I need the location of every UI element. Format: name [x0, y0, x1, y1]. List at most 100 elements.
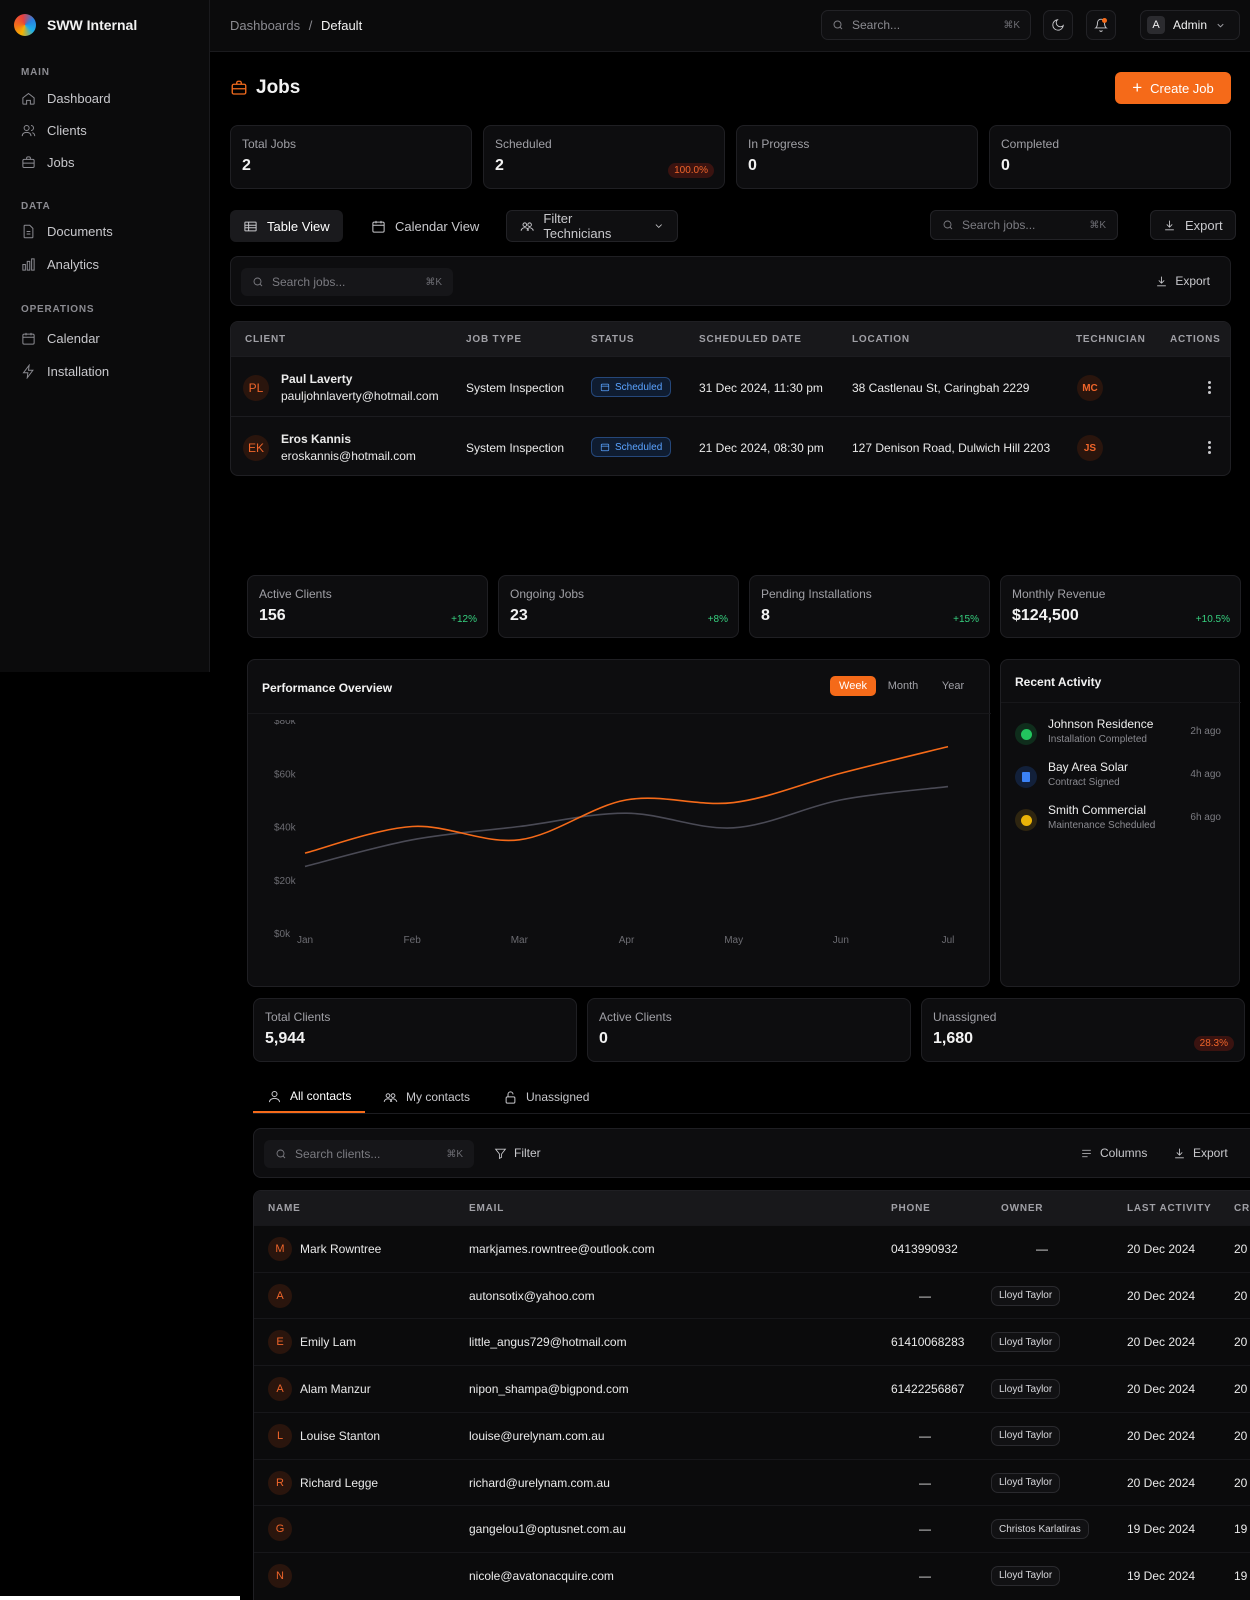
- table-export-button[interactable]: Export: [1155, 274, 1210, 288]
- range-month-button[interactable]: Month: [880, 676, 926, 696]
- page-title-text: Jobs: [256, 77, 301, 98]
- table-row[interactable]: E Emily Lam little_angus729@hotmail.com 614…: [254, 1318, 1250, 1364]
- brand[interactable]: SWW Internal: [14, 14, 137, 36]
- brand-logo-icon: [14, 14, 36, 36]
- row-actions-button[interactable]: [1208, 439, 1212, 456]
- column-header[interactable]: LOCATION: [852, 334, 910, 345]
- users-icon: [269, 1090, 280, 1102]
- briefcase-icon: [231, 80, 247, 95]
- owner-badge[interactable]: Lloyd Taylor: [991, 1379, 1061, 1400]
- client-email[interactable]: gangelou1@optusnet.com.au: [469, 1522, 626, 1536]
- client-name[interactable]: Mark Rowntree: [300, 1242, 381, 1256]
- filter-label: Filter Technicians: [543, 211, 612, 241]
- notifications-button[interactable]: [1086, 10, 1116, 40]
- sidebar-item-jobs[interactable]: Jobs: [21, 155, 74, 170]
- columns-button[interactable]: Columns: [1080, 1146, 1147, 1160]
- activity-item[interactable]: Smith Commercial Maintenance Scheduled 6…: [1015, 803, 1221, 837]
- clients-export-button[interactable]: Export: [1173, 1146, 1228, 1160]
- filter-button[interactable]: Filter: [494, 1146, 541, 1160]
- sidebar-item-installation[interactable]: Installation: [21, 364, 109, 379]
- columns-icon: [1082, 1149, 1091, 1157]
- jobs-search-input[interactable]: Search jobs... ⌘K: [930, 210, 1118, 240]
- table-row[interactable]: Nnicole@avatonacquire.com — Lloyd Taylor 19…: [254, 1551, 1250, 1598]
- activity-item[interactable]: Bay Area Solar Contract Signed 4h ago: [1015, 760, 1221, 794]
- table-row[interactable]: PL Paul Laverty pauljohnlaverty@hotmail.…: [231, 356, 1230, 416]
- column-header[interactable]: CLIENT: [245, 334, 286, 345]
- theme-toggle-button[interactable]: [1043, 10, 1073, 40]
- owner-badge[interactable]: Lloyd Taylor: [991, 1472, 1061, 1493]
- owner-badge[interactable]: Lloyd Taylor: [991, 1332, 1061, 1353]
- stat-label: Active Clients: [599, 1010, 672, 1024]
- table-row[interactable]: L Louise Stanton louise@urelynam.com.au — Ll…: [254, 1411, 1250, 1458]
- table-row[interactable]: A Alam Manzur nipon_shampa@bigpond.com 6142…: [254, 1365, 1250, 1411]
- column-header[interactable]: OWNER: [1001, 1203, 1043, 1214]
- tab-table-view[interactable]: Table View: [230, 210, 343, 242]
- column-header[interactable]: CR: [1234, 1203, 1250, 1214]
- owner-badge[interactable]: Lloyd Taylor: [991, 1425, 1061, 1446]
- column-header[interactable]: SCHEDULED DATE: [699, 334, 802, 345]
- created-date: 20: [1234, 1428, 1248, 1443]
- table-row[interactable]: Ggangelou1@optusnet.com.au — Christos Karl…: [254, 1505, 1250, 1551]
- client-email: eroskannis@hotmail.com: [281, 449, 416, 463]
- table-row[interactable]: R Richard Legge richard@urelynam.com.au — Ll…: [254, 1458, 1250, 1505]
- table-row[interactable]: Aautonsotix@yahoo.com — Lloyd Taylor 20 Dec…: [254, 1271, 1250, 1318]
- create-job-label: Create Job: [1150, 80, 1214, 96]
- column-header[interactable]: EMAIL: [469, 1203, 504, 1214]
- client-email[interactable]: richard@urelynam.com.au: [469, 1476, 610, 1490]
- calendar-icon: [600, 443, 610, 452]
- clients-table: NAME EMAIL PHONE OWNER LAST ACTIVITY CR …: [253, 1190, 1250, 1600]
- sidebar-item-dashboard[interactable]: Dashboard: [21, 91, 111, 106]
- breadcrumb-parent[interactable]: Dashboards: [230, 18, 300, 33]
- tab-all-contacts[interactable]: All contacts: [253, 1081, 366, 1113]
- activity-item-title: Johnson Residence: [1048, 717, 1154, 731]
- sidebar-item-analytics[interactable]: Analytics: [21, 257, 99, 272]
- row-actions-button[interactable]: [1208, 379, 1212, 396]
- create-job-button[interactable]: + Create Job: [1115, 72, 1231, 104]
- owner-badge[interactable]: Lloyd Taylor: [991, 1565, 1061, 1586]
- user-menu[interactable]: A Admin: [1140, 10, 1240, 40]
- jobs-table: CLIENT JOB TYPE STATUS SCHEDULED DATE LO…: [230, 321, 1231, 476]
- bolt-icon: [22, 364, 34, 379]
- export-button[interactable]: Export: [1150, 210, 1236, 240]
- jobs-table-search-input[interactable]: Search jobs... ⌘K: [241, 268, 453, 296]
- column-header[interactable]: PHONE: [891, 1203, 931, 1214]
- filter-icon: [494, 1148, 507, 1159]
- range-week-button[interactable]: Week: [830, 676, 876, 696]
- client-email[interactable]: nipon_shampa@bigpond.com: [469, 1382, 629, 1396]
- column-header[interactable]: TECHNICIAN: [1076, 334, 1146, 345]
- client-email[interactable]: autonsotix@yahoo.com: [469, 1289, 595, 1303]
- global-search[interactable]: Search... ⌘K: [821, 10, 1031, 40]
- range-year-button[interactable]: Year: [930, 676, 976, 696]
- activity-item-subtitle: Maintenance Scheduled: [1048, 820, 1156, 831]
- client-email[interactable]: little_angus729@hotmail.com: [469, 1335, 627, 1349]
- stat-badge: 100.0%: [668, 163, 714, 178]
- sidebar-item-documents[interactable]: Documents: [21, 224, 113, 239]
- client-email[interactable]: markjames.rowntree@outlook.com: [469, 1242, 655, 1256]
- tab-unassigned[interactable]: Unassigned: [489, 1081, 603, 1113]
- column-header[interactable]: STATUS: [591, 334, 634, 345]
- owner-badge[interactable]: Christos Karlatiras: [991, 1519, 1089, 1540]
- column-header[interactable]: LAST ACTIVITY: [1127, 1203, 1211, 1214]
- filter-technicians-dropdown[interactable]: Filter Technicians: [506, 210, 678, 242]
- client-name[interactable]: Emily Lam: [300, 1335, 356, 1349]
- client-name[interactable]: Louise Stanton: [300, 1429, 380, 1443]
- tab-my-contacts[interactable]: My contacts: [369, 1081, 484, 1113]
- column-header[interactable]: JOB TYPE: [466, 334, 522, 345]
- client-name[interactable]: Alam Manzur: [300, 1382, 371, 1396]
- table-row[interactable]: EK Eros Kannis eroskannis@hotmail.com Sy…: [231, 416, 1230, 475]
- client-email[interactable]: nicole@avatonacquire.com: [469, 1569, 614, 1583]
- tab-calendar-view[interactable]: Calendar View: [358, 210, 492, 242]
- client-name[interactable]: Richard Legge: [300, 1476, 378, 1490]
- owner-badge[interactable]: Lloyd Taylor: [991, 1285, 1061, 1306]
- clients-search-input[interactable]: Search clients... ⌘K: [264, 1140, 474, 1168]
- kpi-card: Monthly Revenue $124,500 +10.5%: [1000, 575, 1241, 638]
- column-header[interactable]: ACTIONS: [1170, 334, 1221, 345]
- sidebar-item-calendar[interactable]: Calendar: [21, 331, 100, 346]
- column-header[interactable]: NAME: [268, 1203, 301, 1214]
- y-tick-label: $80k: [274, 720, 297, 727]
- tabs-divider: [253, 1113, 1250, 1114]
- activity-item[interactable]: Johnson Residence Installation Completed…: [1015, 717, 1221, 751]
- table-row[interactable]: M Mark Rowntree markjames.rowntree@outlook…: [254, 1225, 1250, 1271]
- sidebar-item-clients[interactable]: Clients: [21, 123, 87, 138]
- client-email[interactable]: louise@urelynam.com.au: [469, 1429, 605, 1443]
